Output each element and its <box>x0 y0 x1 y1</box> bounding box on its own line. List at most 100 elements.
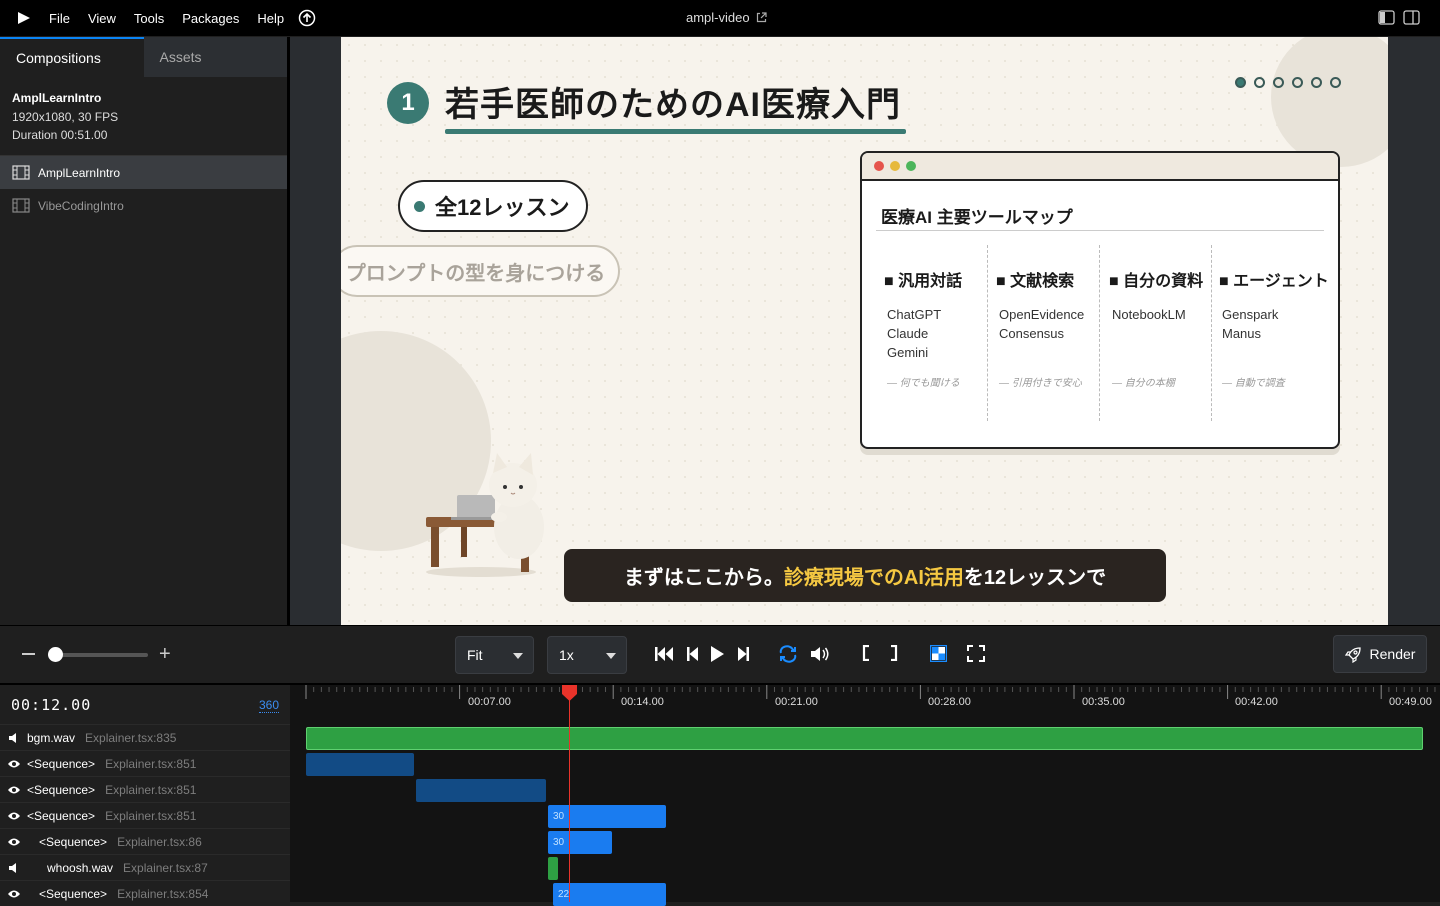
toggle-right-sidebar-icon[interactable] <box>1403 10 1420 25</box>
upgrade-icon[interactable] <box>298 9 316 27</box>
close-dot-icon <box>874 161 884 171</box>
visibility-eye-icon[interactable] <box>7 784 21 796</box>
visibility-eye-icon[interactable] <box>7 758 21 770</box>
menu-tools[interactable]: Tools <box>134 11 164 26</box>
tick-label: 00:14.00 <box>621 696 664 708</box>
track-name: whoosh.wav <box>47 860 114 875</box>
track-source-file: Explainer.tsx:835 <box>85 730 177 745</box>
render-button-label: Render <box>1369 646 1416 662</box>
tool-column-items: Genspark Manus <box>1219 305 1338 343</box>
track-source-file: Explainer.tsx:854 <box>117 886 209 901</box>
composition-resolution: 1920x1080, 30 FPS <box>12 110 119 124</box>
sequence-clip[interactable] <box>306 753 414 776</box>
loop-icon[interactable] <box>778 645 798 663</box>
track-row[interactable]: whoosh.wav Explainer.tsx:87 <box>0 854 290 880</box>
caption-pre: まずはここから。 <box>623 567 784 589</box>
tick-label: 00:21.00 <box>775 696 818 708</box>
tool-name: Genspark <box>1222 307 1279 322</box>
zoom-slider-handle[interactable] <box>48 647 63 662</box>
tool-column-note: — 自分の本棚 <box>1112 378 1175 389</box>
column-separator <box>987 245 988 421</box>
toggle-left-sidebar-icon[interactable] <box>1378 10 1395 25</box>
lesson-count-pill: 全12レッスン <box>398 180 588 232</box>
layout-toggles <box>1378 10 1420 25</box>
composition-item-ampllearnintro[interactable]: AmplLearnIntro <box>0 156 287 189</box>
checkerboard-icon[interactable] <box>930 645 947 662</box>
zoom-slider-track[interactable] <box>48 653 148 657</box>
tool-column-head: ■ 自分の資料 <box>1109 273 1204 290</box>
tool-column-literature: ■ 文献検索 OpenEvidence Consensus — 引用付きで安心 <box>996 245 1106 421</box>
column-separator <box>1099 245 1100 421</box>
app-logo-icon[interactable] <box>17 11 31 25</box>
subtitle-caption: まずはここから。 診療現場でのAI活用 を12レッスンで <box>564 549 1166 602</box>
composition-item-vibecodingintro[interactable]: VibeCodingIntro <box>0 189 287 222</box>
sequence-clip[interactable]: 30 <box>548 805 666 828</box>
track-name: <Sequence> <box>27 808 96 823</box>
step-back-icon[interactable] <box>686 645 698 663</box>
volume-icon[interactable] <box>810 645 830 663</box>
tool-name: ChatGPT <box>887 307 942 322</box>
video-preview-canvas[interactable]: 1 若手医師のためのAI医療入門 全12レッスン プロンプトの型を身につける 医… <box>341 37 1388 625</box>
playback-control-bar: + Fit 1x Render <box>0 625 1440 683</box>
track-row[interactable]: bgm.wav Explainer.tsx:835 <box>0 724 290 750</box>
in-point-icon[interactable] <box>862 645 870 661</box>
sequence-clip[interactable]: 30 <box>548 831 612 854</box>
compositions-panel: Compositions Assets AmplLearnIntro 1920x… <box>0 37 287 625</box>
timeline-tracks-area[interactable]: 00:07.00 00:14.00 00:21.00 00:28.00 00:3… <box>290 685 1440 906</box>
timeline-panel: 00:12.00 360 bgm.wav Explainer.tsx:835 <Se… <box>0 683 1440 906</box>
minimize-dot-icon <box>890 161 900 171</box>
visibility-eye-icon[interactable] <box>7 836 21 848</box>
tick-label: 00:28.00 <box>928 696 971 708</box>
clip-frame-label: 30 <box>553 811 565 822</box>
track-row[interactable]: <Sequence> Explainer.tsx:851 <box>0 750 290 776</box>
tick-label: 00:49.00 <box>1389 696 1432 708</box>
prompt-pill-text: プロンプトの型を身につける <box>345 262 606 285</box>
clip-frame-label: 30 <box>553 837 565 848</box>
audio-clip-bgm[interactable] <box>306 727 1423 750</box>
out-point-icon[interactable] <box>890 645 898 661</box>
fullscreen-icon[interactable] <box>967 645 985 662</box>
visibility-eye-icon[interactable] <box>7 888 21 900</box>
fit-select-value: Fit <box>467 647 483 663</box>
play-icon[interactable] <box>710 645 725 663</box>
window-titlebar <box>862 153 1338 181</box>
composition-item-label: AmplLearnIntro <box>38 165 121 180</box>
tick-label: 00:42.00 <box>1235 696 1278 708</box>
pagination-dot <box>1273 77 1284 88</box>
zoom-out-icon[interactable] <box>22 653 35 655</box>
current-frame[interactable]: 360 <box>259 698 280 713</box>
visibility-eye-icon[interactable] <box>7 810 21 822</box>
tab-compositions[interactable]: Compositions <box>0 37 144 77</box>
render-button[interactable]: Render <box>1333 635 1427 673</box>
tool-map-divider <box>876 230 1324 231</box>
track-row[interactable]: <Sequence> Explainer.tsx:851 <box>0 776 290 802</box>
playhead-handle[interactable] <box>561 685 578 701</box>
mute-speaker-icon[interactable] <box>7 862 21 874</box>
track-row[interactable]: <Sequence> Explainer.tsx:86 <box>0 828 290 854</box>
track-name: <Sequence> <box>27 782 96 797</box>
step-forward-icon[interactable] <box>738 645 750 663</box>
track-row[interactable]: <Sequence> Explainer.tsx:854 <box>0 880 290 906</box>
mute-speaker-icon[interactable] <box>7 732 21 744</box>
sequence-clip[interactable] <box>416 779 546 802</box>
app-title[interactable]: ampl-video <box>686 10 767 25</box>
preview-area: 1 若手医師のためのAI医療入門 全12レッスン プロンプトの型を身につける 医… <box>290 37 1440 625</box>
zoom-in-icon[interactable]: + <box>159 644 171 664</box>
tab-assets[interactable]: Assets <box>143 37 287 77</box>
fit-select[interactable]: Fit <box>455 636 534 674</box>
tool-column-items: NotebookLM <box>1109 305 1219 324</box>
title-underline <box>445 129 906 134</box>
menu-view[interactable]: View <box>88 11 116 26</box>
speed-select[interactable]: 1x <box>547 636 627 674</box>
jump-to-start-icon[interactable] <box>654 645 674 663</box>
track-name: <Sequence> <box>27 756 96 771</box>
current-timecode[interactable]: 00:12.00 <box>11 696 91 714</box>
menu-packages[interactable]: Packages <box>182 11 239 26</box>
chevron-down-icon <box>513 653 523 659</box>
menu-help[interactable]: Help <box>257 11 284 26</box>
playhead-line[interactable] <box>569 685 570 902</box>
tool-name: Consensus <box>999 326 1065 341</box>
track-row[interactable]: <Sequence> Explainer.tsx:851 <box>0 802 290 828</box>
audio-clip-whoosh[interactable] <box>548 857 558 880</box>
menu-file[interactable]: File <box>49 11 70 26</box>
